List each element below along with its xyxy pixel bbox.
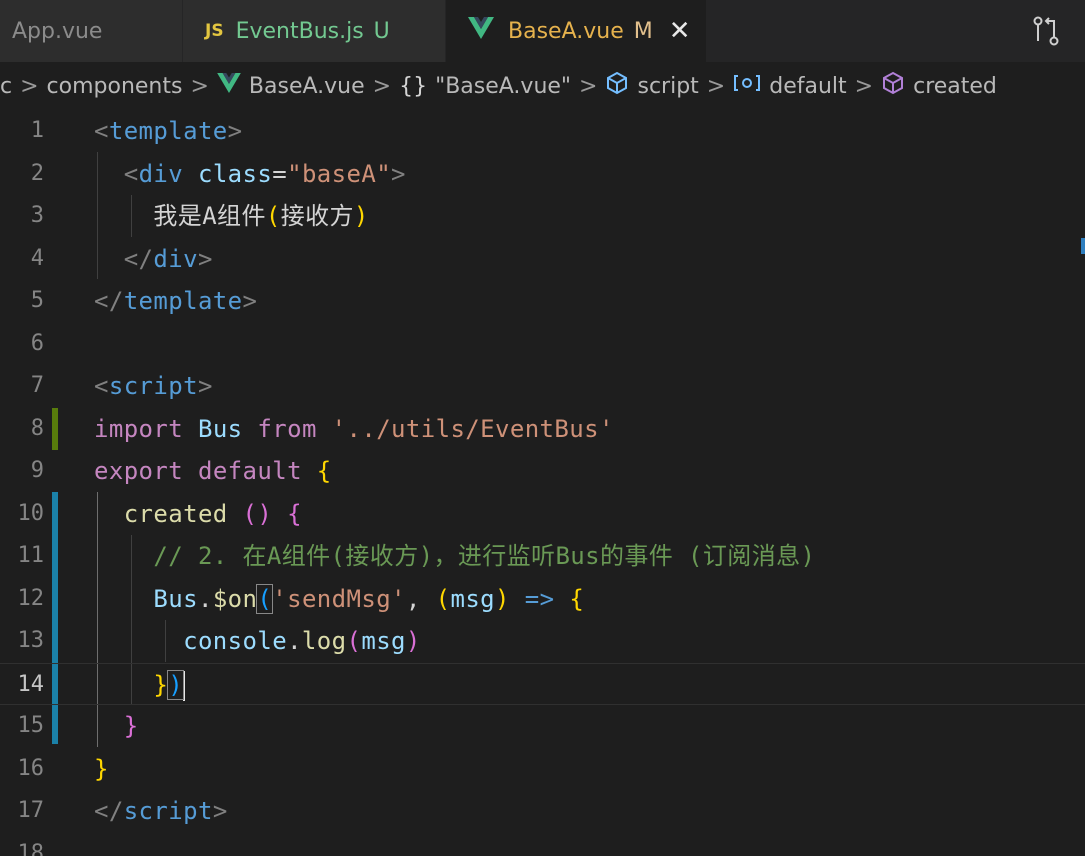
braces-icon: {} xyxy=(399,73,428,99)
chevron-right-icon: > xyxy=(579,73,598,99)
tab-app-vue[interactable]: App.vue xyxy=(0,0,182,62)
breadcrumb: c > components > BaseA.vue > {} "BaseA.v… xyxy=(0,62,1085,110)
chevron-right-icon: > xyxy=(190,73,209,99)
code-editor[interactable]: 1 <template> 2 <div class="baseA"> 3 我是A… xyxy=(0,110,1085,856)
code-line: 16 } xyxy=(17,754,109,783)
breadcrumb-item[interactable]: script xyxy=(605,71,699,101)
code-line: 6 xyxy=(30,330,44,356)
breadcrumb-item[interactable]: c xyxy=(0,74,12,99)
breadcrumb-item[interactable]: created xyxy=(881,71,997,101)
module-icon xyxy=(733,73,761,99)
code-line: 10 created () { xyxy=(17,499,302,528)
code-line: 15 } xyxy=(17,712,139,740)
tab-basea-vue[interactable]: BaseA.vue M ✕ xyxy=(446,0,706,62)
tab-label: App.vue xyxy=(12,18,103,44)
code-line: 4 </div> xyxy=(30,244,213,273)
scrollbar-marker[interactable] xyxy=(1081,238,1085,254)
current-code-line: 14 }) xyxy=(0,662,1085,705)
text-cursor xyxy=(183,670,186,701)
close-icon[interactable]: ✕ xyxy=(669,16,691,46)
code-line: 8 import Bus from '../utils/EventBus' xyxy=(30,414,614,443)
cube-icon xyxy=(605,71,629,101)
code-line: 12 Bus.$on('sendMsg', (msg) => { xyxy=(17,583,585,614)
method-icon xyxy=(881,71,905,101)
code-line: 5 </template> xyxy=(30,287,258,315)
untracked-badge: U xyxy=(373,18,390,44)
code-line: 13 console.log(msg) xyxy=(17,627,421,655)
js-file-icon: JS xyxy=(205,21,224,41)
code-line: 17 </script> xyxy=(17,797,228,825)
chevron-right-icon: > xyxy=(20,73,39,99)
chevron-right-icon: > xyxy=(706,73,726,99)
breadcrumb-item[interactable]: components xyxy=(47,74,183,99)
modified-badge: M xyxy=(633,18,653,44)
code-line: 1 <template> xyxy=(30,117,243,145)
code-line: 7 <script> xyxy=(30,372,213,400)
breadcrumb-item[interactable]: {} "BaseA.vue" xyxy=(399,74,571,99)
vue-file-icon xyxy=(217,73,241,99)
code-line: 11 // 2. 在A组件(接收方)，进行监听Bus的事件 (订阅消息) xyxy=(17,542,816,570)
tab-label: BaseA.vue xyxy=(508,18,624,44)
vue-file-icon xyxy=(468,17,494,45)
editor-tab-bar: App.vue JS EventBus.js U BaseA.vue M ✕ xyxy=(0,0,1085,62)
tab-label: EventBus.js xyxy=(235,18,364,44)
code-line: 18 xyxy=(17,840,45,856)
code-line: 3 我是A组件(接收方) xyxy=(30,202,369,230)
breadcrumb-item[interactable]: default xyxy=(733,73,847,99)
breadcrumb-item[interactable]: BaseA.vue xyxy=(217,73,365,99)
code-line: 9 export default { xyxy=(30,457,332,485)
chevron-right-icon: > xyxy=(854,73,874,99)
code-line: 2 <div class="baseA"> xyxy=(30,159,406,188)
chevron-right-icon: > xyxy=(372,73,392,99)
compare-changes-icon[interactable] xyxy=(1029,14,1063,48)
tab-eventbus-js[interactable]: JS EventBus.js U xyxy=(183,0,445,62)
